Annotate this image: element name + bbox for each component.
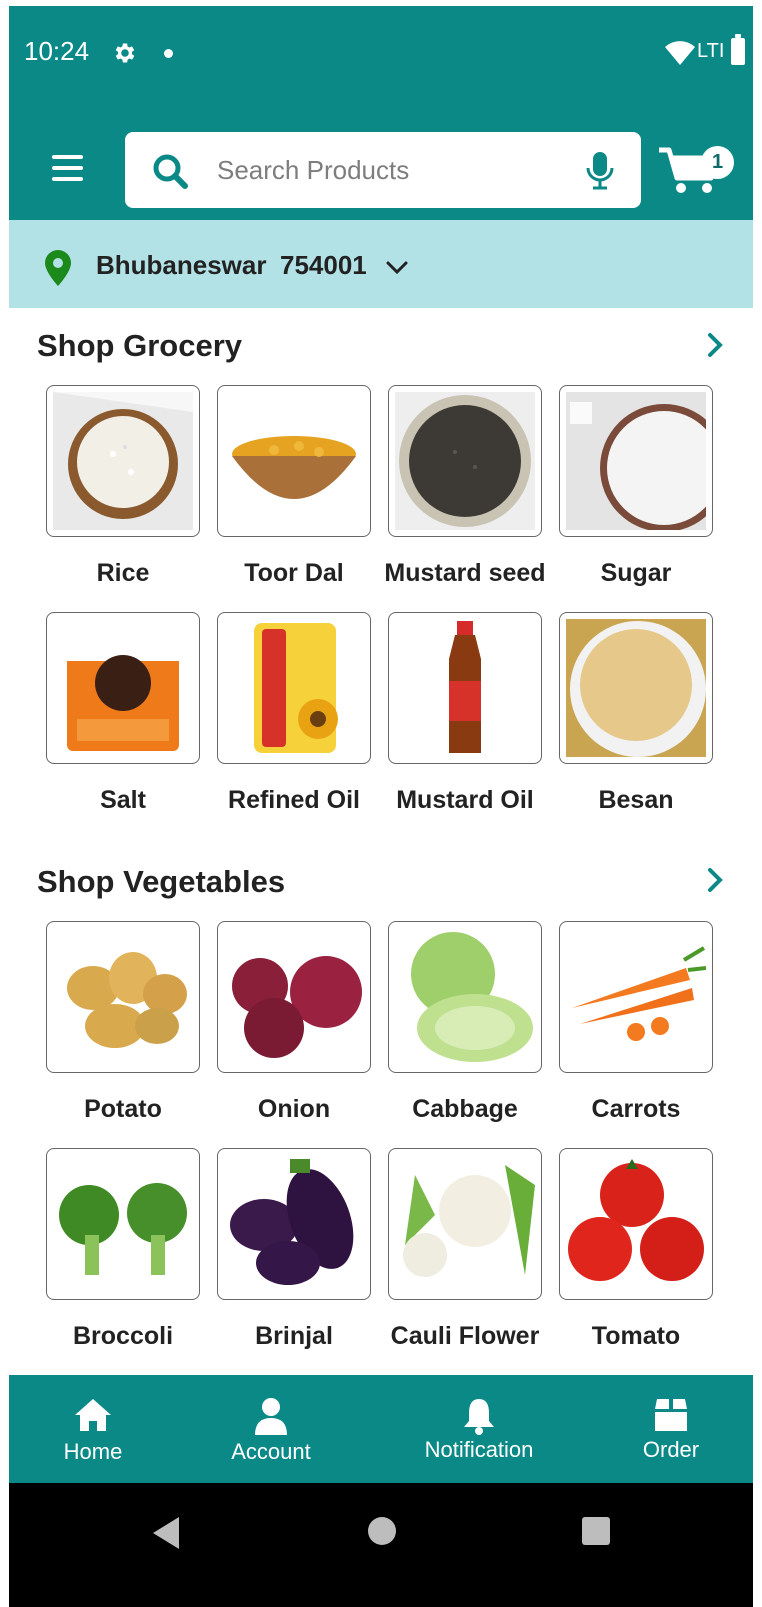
home-circle-icon[interactable] (366, 1515, 398, 1547)
section-title: Shop Vegetables (37, 864, 286, 899)
tomato-icon (568, 1159, 704, 1281)
product-label: Onion (257, 1095, 331, 1123)
location-selector[interactable]: Bhubaneswar 754001 (9, 220, 753, 308)
oil-bottle-icon (449, 621, 481, 753)
cauliflower-icon (403, 1165, 535, 1277)
cart-count-badge: 1 (701, 146, 734, 179)
product-image (217, 1148, 371, 1300)
recents-square-icon[interactable] (581, 1516, 611, 1546)
back-icon[interactable] (149, 1515, 183, 1551)
nav-account[interactable]: Account (216, 1375, 326, 1483)
rice-bowl-icon (53, 392, 193, 530)
product-label: Cabbage (412, 1095, 518, 1123)
search-icon (153, 154, 188, 189)
product-label: Besan (598, 786, 674, 814)
microphone-icon[interactable] (585, 150, 615, 190)
brinjal-icon (230, 1159, 354, 1285)
status-bar: 10:24 LTI (9, 6, 753, 98)
product-image (217, 921, 371, 1073)
nav-order[interactable]: Order (621, 1375, 721, 1483)
notification-dot-icon (164, 49, 173, 58)
app-header: 1 (9, 98, 753, 220)
product-label: Toor Dal (244, 559, 344, 587)
potato-icon (67, 952, 187, 1048)
system-navigation-bar (9, 1483, 753, 1607)
onion-icon (232, 956, 362, 1058)
oil-pouch-icon (254, 623, 338, 753)
chevron-down-icon (386, 261, 408, 275)
salt-packet-icon (67, 627, 179, 751)
product-image (217, 612, 371, 764)
product-image (217, 385, 371, 537)
product-label: Broccoli (72, 1322, 174, 1350)
product-image (46, 385, 200, 537)
product-image (46, 921, 200, 1073)
product-label: Potato (84, 1095, 162, 1123)
besan-bowl-icon (566, 619, 706, 757)
search-bar[interactable] (125, 132, 641, 208)
product-image (559, 612, 713, 764)
nav-notification[interactable]: Notification (409, 1375, 549, 1483)
product-image (388, 921, 542, 1073)
product-image (388, 612, 542, 764)
bottom-navigation: Home Account Notification Order (9, 1375, 753, 1483)
location-pin-icon (45, 250, 71, 286)
section-title: Shop Grocery (37, 328, 242, 363)
product-image (388, 1148, 542, 1300)
location-pincode: 754001 (280, 250, 367, 280)
nav-label: Notification (424, 1437, 534, 1462)
network-type: LTI (697, 40, 725, 62)
settings-gear-icon (115, 43, 135, 63)
broccoli-icon (59, 1183, 187, 1275)
product-label: Salt (100, 786, 146, 814)
menu-hamburger-icon[interactable] (45, 148, 91, 188)
product-label: Cauli Flower (390, 1322, 540, 1350)
product-label: Refined Oil (228, 786, 360, 814)
product-image (46, 612, 200, 764)
product-image (559, 1148, 713, 1300)
nav-label: Home (63, 1439, 123, 1464)
location-city: Bhubaneswar (96, 250, 267, 280)
nav-label: Account (231, 1439, 311, 1464)
product-image (46, 1148, 200, 1300)
account-icon (255, 1398, 287, 1435)
chevron-right-icon[interactable] (704, 330, 726, 360)
product-label: Rice (96, 559, 150, 587)
nav-home[interactable]: Home (39, 1375, 147, 1483)
product-label: Sugar (600, 559, 672, 587)
toor-dal-bowl-icon (232, 436, 356, 499)
chevron-right-icon[interactable] (704, 865, 726, 895)
nav-label: Order (642, 1437, 700, 1462)
home-icon (75, 1399, 111, 1431)
search-input[interactable] (217, 148, 557, 192)
app-screen: 10:24 LTI Search Products 1 Bhubaneswar … (9, 6, 753, 1607)
product-label: Mustard seed (384, 559, 546, 587)
product-label: Mustard Oil (396, 786, 534, 814)
wifi-icon (665, 41, 695, 65)
product-label: Brinjal (255, 1322, 333, 1350)
battery-icon (731, 34, 745, 65)
cabbage-icon (411, 932, 533, 1062)
product-label: Tomato (591, 1322, 681, 1350)
bell-icon (464, 1399, 494, 1435)
carrot-icon (572, 946, 706, 1041)
mustard-seed-bowl-icon (395, 392, 535, 530)
product-label: Carrots (591, 1095, 681, 1123)
status-time: 10:24 (24, 36, 90, 66)
sugar-bowl-icon (566, 392, 706, 530)
product-image (559, 385, 713, 537)
product-image (388, 385, 542, 537)
product-image (559, 921, 713, 1073)
box-icon (655, 1399, 687, 1431)
